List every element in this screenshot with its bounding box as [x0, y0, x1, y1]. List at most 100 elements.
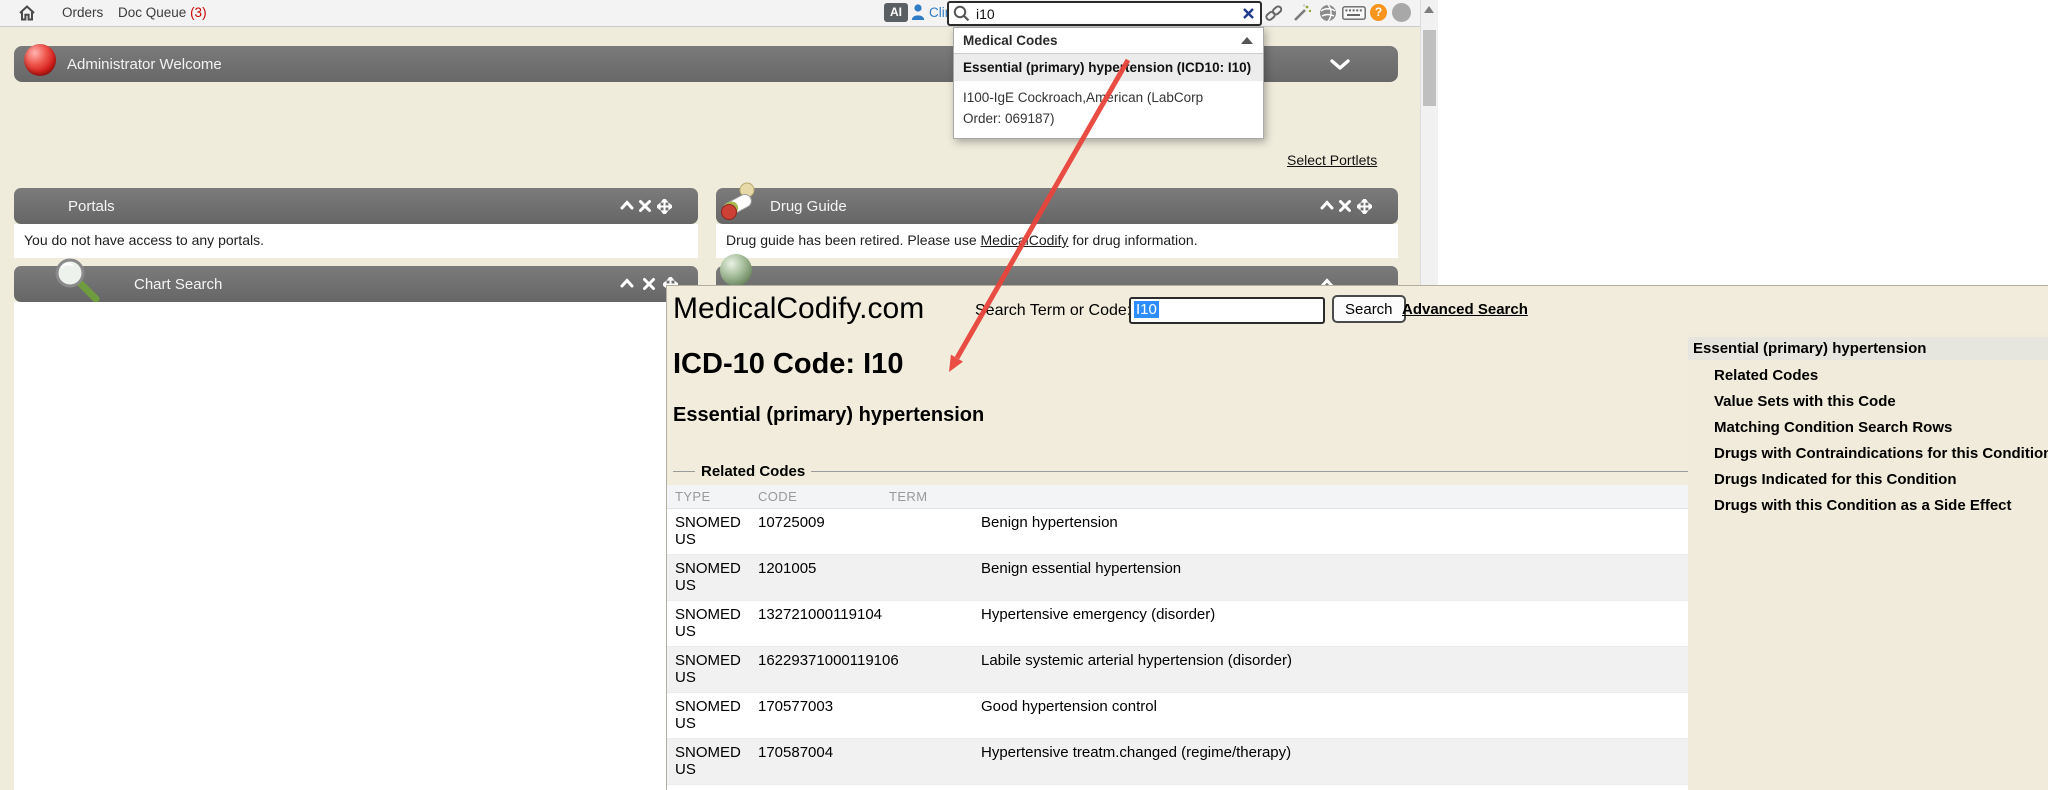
- status-circle-icon[interactable]: [1392, 3, 1411, 22]
- sidebar-item[interactable]: Drugs with this Condition as a Side Effe…: [1714, 497, 2012, 514]
- portlet-drug-guide-header: Drug Guide: [716, 188, 1398, 224]
- drug-guide-message-post: for drug information.: [1068, 232, 1197, 248]
- code-cell: 170577003: [747, 693, 878, 715]
- drug-guide-message: Drug guide has been retired. Please use …: [726, 232, 1198, 248]
- drug-guide-message-pre: Drug guide has been retired. Please use: [726, 232, 981, 248]
- table-row: SNOMED US1201005Benign essential hyperte…: [667, 555, 1688, 601]
- term-cell: Benign hypertension: [981, 509, 1688, 531]
- screen: Orders Doc Queue (3) AI Clini i10: [0, 0, 2048, 790]
- term-cell: Labile systemic arterial hypertension (d…: [981, 647, 1688, 669]
- dropdown-category-label: Medical Codes: [963, 33, 1058, 48]
- portlet-drug-guide-body: Drug guide has been retired. Please use …: [716, 224, 1398, 258]
- collapse-up-icon[interactable]: [620, 277, 634, 291]
- type-cell: SNOMED US: [667, 555, 747, 594]
- code-cell: 10725009: [747, 509, 878, 531]
- medicalcodify-logo: MedicalCodify.com: [673, 292, 924, 326]
- portlet-portals-header: Portals: [14, 188, 698, 224]
- collapse-chevron-down-icon[interactable]: [1330, 59, 1350, 71]
- col-header-code: CODE: [758, 489, 797, 504]
- global-search-value: i10: [976, 6, 995, 22]
- welcome-title: Administrator Welcome: [67, 56, 222, 73]
- related-codes-table-body: SNOMED US10725009Benign hypertensionSNOM…: [667, 509, 1688, 785]
- collapse-triangle-icon: [1241, 37, 1253, 44]
- close-icon[interactable]: [638, 199, 652, 213]
- red-orb-icon: [24, 44, 56, 76]
- code-cell: 170587004: [747, 739, 878, 761]
- select-portlets-link[interactable]: Select Portlets: [1287, 152, 1377, 168]
- sidebar-item[interactable]: Drugs Indicated for this Condition: [1714, 471, 1957, 488]
- code-cell: 132721000119104: [747, 601, 878, 623]
- chart-search-magnifier-icon: [52, 257, 106, 303]
- related-codes-divider: [673, 471, 1688, 472]
- code-search-input[interactable]: I10: [1129, 297, 1325, 324]
- sidebar-item[interactable]: Matching Condition Search Rows: [1714, 419, 1952, 436]
- sidebar-item[interactable]: Value Sets with this Code: [1714, 393, 1896, 410]
- clinical-link[interactable]: Clini: [929, 5, 947, 20]
- nav-orders[interactable]: Orders: [62, 5, 103, 20]
- icd10-heading: ICD-10 Code: I10: [673, 348, 903, 381]
- move-icon[interactable]: [1357, 199, 1372, 214]
- table-row: SNOMED US16229371000119106 Labile systemi…: [667, 647, 1688, 693]
- clear-search-icon[interactable]: [1242, 7, 1255, 20]
- link-icon[interactable]: [1264, 4, 1284, 22]
- sidebar-condition-title: Essential (primary) hypertension: [1693, 340, 1926, 357]
- term-cell: Hypertensive treatm.changed (regime/ther…: [981, 739, 1688, 761]
- medicalcodify-link[interactable]: MedicalCodify: [981, 232, 1069, 248]
- keyboard-icon[interactable]: [1342, 6, 1366, 20]
- scroll-up-arrow-icon[interactable]: [1424, 6, 1434, 13]
- code-cell: 1201005: [747, 555, 878, 577]
- search-term-label: Search Term or Code:: [975, 302, 1131, 320]
- portlet-chart-search-header: Chart Search: [14, 266, 698, 302]
- type-cell: SNOMED US: [667, 601, 747, 640]
- globe-icon[interactable]: [1318, 3, 1338, 23]
- close-icon[interactable]: [1338, 199, 1352, 213]
- condition-subheading: Essential (primary) hypertension: [673, 404, 984, 427]
- related-codes-table-header: TYPE CODE TERM: [667, 485, 1688, 509]
- dropdown-result-primary[interactable]: Essential (primary) hypertension (ICD10:…: [954, 54, 1263, 81]
- scrollbar-thumb[interactable]: [1423, 30, 1436, 106]
- advanced-search-link[interactable]: Advanced Search: [1402, 301, 1528, 318]
- code-search-selected-text: I10: [1134, 301, 1159, 318]
- vertical-scrollbar[interactable]: [1420, 0, 1438, 285]
- collapse-up-icon[interactable]: [620, 199, 634, 213]
- table-row: SNOMED US170587004 Hypertensive treatm.ch…: [667, 739, 1688, 785]
- search-button[interactable]: Search: [1332, 295, 1406, 323]
- portlet-chart-search-body: [14, 302, 698, 790]
- type-cell: SNOMED US: [667, 647, 747, 686]
- magic-wand-icon[interactable]: [1292, 3, 1312, 23]
- global-search-box[interactable]: i10: [947, 1, 1262, 26]
- type-cell: SNOMED US: [667, 509, 747, 548]
- help-icon[interactable]: ?: [1370, 4, 1387, 21]
- medicalcodify-panel: MedicalCodify.com Search Term or Code: I…: [666, 285, 2048, 790]
- close-icon[interactable]: [642, 277, 656, 291]
- col-header-term: TERM: [889, 489, 927, 504]
- dropdown-result-secondary[interactable]: I100-IgE Cockroach,American (LabCorp Ord…: [954, 81, 1263, 138]
- green-orb-icon: [720, 254, 752, 286]
- portals-message: You do not have access to any portals.: [24, 232, 264, 248]
- portlet-portals-body: You do not have access to any portals.: [14, 224, 698, 258]
- user-icon[interactable]: [911, 3, 925, 22]
- portlet-chart-search-title: Chart Search: [134, 276, 222, 293]
- nav-doc-queue[interactable]: Doc Queue (3): [118, 5, 207, 20]
- collapse-up-icon[interactable]: [1320, 199, 1334, 213]
- sidebar-item[interactable]: Related Codes: [1714, 367, 1818, 384]
- portlet-drug-guide-title: Drug Guide: [770, 198, 847, 215]
- type-cell: SNOMED US: [667, 739, 747, 778]
- move-icon[interactable]: [657, 199, 672, 214]
- sidebar-item[interactable]: Drugs with Contraindications for this Co…: [1714, 445, 2048, 462]
- top-toolbar: Orders Doc Queue (3) AI Clini i10: [0, 0, 1437, 27]
- table-row: SNOMED US10725009 Benign hypertension: [667, 509, 1688, 555]
- doc-queue-count: (3): [190, 5, 207, 20]
- pills-icon: [716, 178, 762, 224]
- home-icon[interactable]: [18, 4, 36, 22]
- term-cell: Good hypertension control: [981, 693, 1688, 715]
- table-row: SNOMED US170577003Good hypertension cont…: [667, 693, 1688, 739]
- related-codes-table: TYPE CODE TERM SNOMED US10725009Benign h…: [667, 485, 1688, 790]
- doc-queue-label: Doc Queue: [118, 5, 186, 20]
- search-results-dropdown: Medical Codes Essential (primary) hypert…: [953, 27, 1264, 139]
- dropdown-category-header[interactable]: Medical Codes: [954, 28, 1263, 54]
- search-icon: [953, 5, 970, 22]
- ai-badge[interactable]: AI: [884, 3, 908, 22]
- table-row: SNOMED US132721000119104Hypertensive eme…: [667, 601, 1688, 647]
- code-cell: 16229371000119106: [747, 647, 878, 669]
